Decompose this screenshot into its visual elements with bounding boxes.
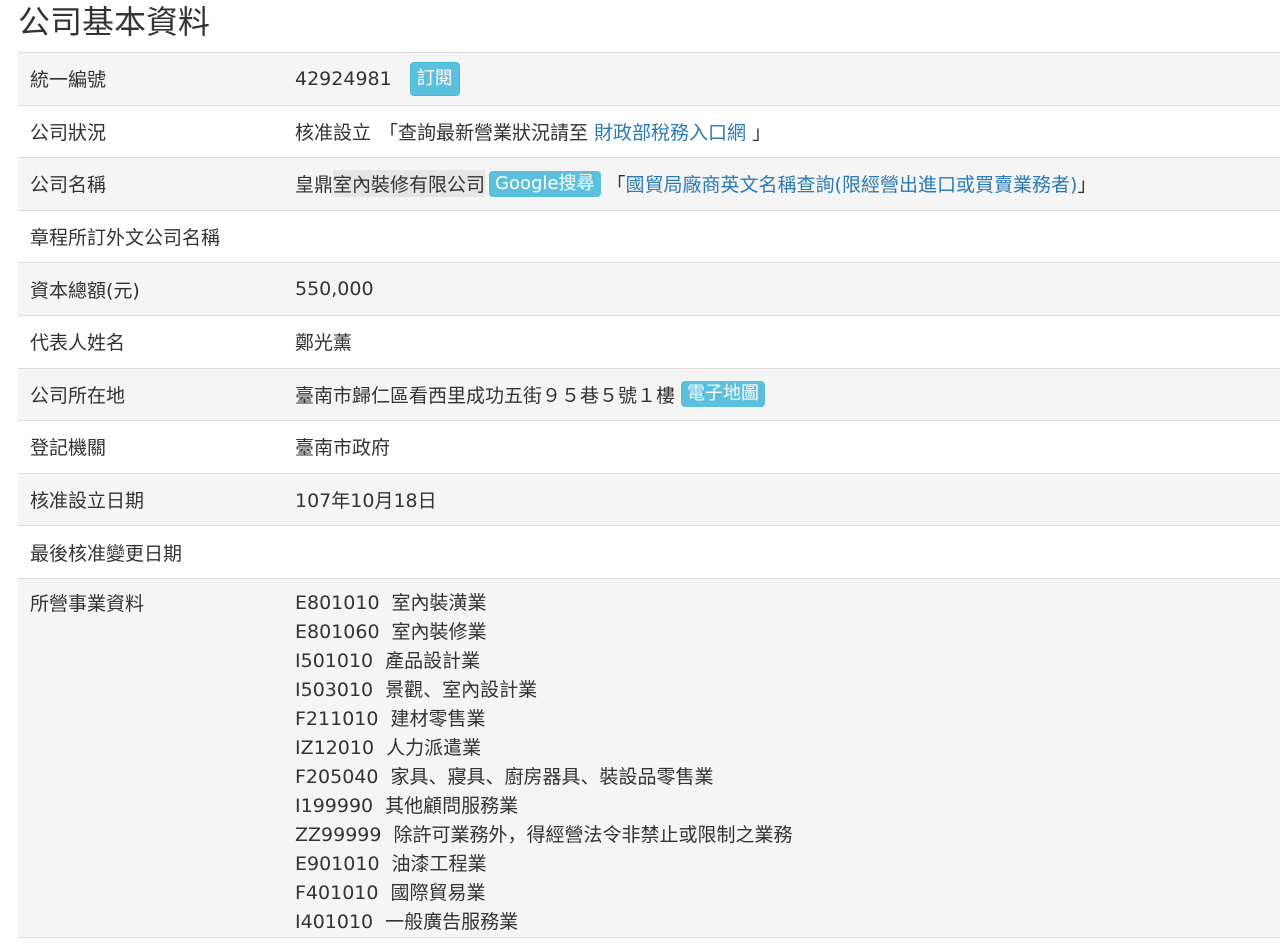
business-desc: 人力派遣業 xyxy=(386,736,482,759)
business-desc: 景觀、室內設計業 xyxy=(385,678,538,701)
business-code: I501010 xyxy=(295,649,374,672)
row-representative: 代表人姓名 鄭光薰 xyxy=(18,315,1280,369)
row-ban: 統一編號 42924981 訂閱 xyxy=(18,53,1280,106)
status-query-suffix: 」 xyxy=(752,121,772,144)
business-desc: 建材零售業 xyxy=(390,707,486,730)
capital-value: 550,000 xyxy=(295,278,374,301)
business-desc: 室內裝潢業 xyxy=(391,591,487,614)
row-authority: 登記機關 臺南市政府 xyxy=(18,421,1280,474)
status-query-prefix: 「查詢最新營業狀況請至 xyxy=(379,121,589,144)
ban-value: 42924981 xyxy=(295,67,392,90)
row-label: 最後核准變更日期 xyxy=(30,542,183,565)
business-item: I503010 景觀、室內設計業 xyxy=(295,676,793,705)
business-desc: 產品設計業 xyxy=(385,649,481,672)
business-item: I199990 其他顧問服務業 xyxy=(295,792,793,821)
row-approval-date: 核准設立日期 107年10月18日 xyxy=(18,473,1280,527)
business-code: F211010 xyxy=(295,707,379,730)
business-desc: 一般廣告服務業 xyxy=(385,910,519,933)
row-status: 公司狀況 核准設立 「查詢最新營業狀況請至 財政部稅務入口網 」 xyxy=(18,105,1280,159)
google-search-button[interactable]: Google搜尋 xyxy=(489,170,601,197)
business-code: F401010 xyxy=(295,881,379,904)
business-code: IZ12010 xyxy=(295,736,375,759)
tax-portal-link[interactable]: 財政部稅務入口網 xyxy=(594,118,746,145)
company-name-prefix: 皇鼎 xyxy=(295,174,334,197)
row-label: 資本總額(元) xyxy=(30,279,140,302)
row-name: 公司名稱 皇鼎 室內裝修有限公司 Google搜尋 「國貿局廠商英文名稱查詢(限經… xyxy=(18,158,1280,211)
business-desc: 其他顧問服務業 xyxy=(385,794,519,817)
business-item: ZZ99999 除許可業務外，得經營法令非禁止或限制之業務 xyxy=(295,821,793,850)
row-label: 統一編號 xyxy=(30,69,107,92)
business-desc: 除許可業務外，得經營法令非禁止或限制之業務 xyxy=(393,823,793,846)
business-code: I199990 xyxy=(295,794,374,817)
bracket-open: 「 xyxy=(606,174,626,197)
business-item: F205040 家具、寢具、廚房器具、裝設品零售業 xyxy=(295,763,793,792)
business-desc: 室內裝修業 xyxy=(391,620,487,643)
business-item: IZ12010 人力派遣業 xyxy=(295,734,793,763)
address-value: 臺南市歸仁區看西里成功五街９５巷５號１樓 xyxy=(295,384,676,407)
business-code: I503010 xyxy=(295,678,374,701)
row-label: 代表人姓名 xyxy=(30,332,126,355)
business-item: E801060 室內裝修業 xyxy=(295,618,793,647)
page-title: 公司基本資料 xyxy=(18,3,211,41)
row-address: 公司所在地 臺南市歸仁區看西里成功五街９５巷５號１樓 電子地圖 xyxy=(18,368,1280,422)
business-item: E801010 室內裝潢業 xyxy=(295,589,793,618)
row-foreign-name: 章程所訂外文公司名稱 xyxy=(18,210,1280,264)
status-value: 核准設立 xyxy=(295,121,372,144)
business-code: E801060 xyxy=(295,620,380,643)
business-item: F401010 國際貿易業 xyxy=(295,879,793,908)
business-list: E801010 室內裝潢業 E801060 室內裝修業 I501010 產品設計業 I503… xyxy=(295,589,793,937)
bracket-close: 」 xyxy=(1077,174,1097,197)
row-label: 公司所在地 xyxy=(30,384,126,407)
row-label: 核准設立日期 xyxy=(30,490,145,513)
approval-date-value: 107年10月18日 xyxy=(295,490,437,513)
row-business: 所營事業資料 E801010 室內裝潢業 E801060 室內裝修業 I501010 產品… xyxy=(18,578,1280,938)
business-code: E801010 xyxy=(295,591,380,614)
business-desc: 家具、寢具、廚房器具、裝設品零售業 xyxy=(390,765,714,788)
subscribe-button[interactable]: 訂閱 xyxy=(409,61,460,96)
row-label: 章程所訂外文公司名稱 xyxy=(30,227,221,250)
authority-value: 臺南市政府 xyxy=(295,437,391,460)
map-button[interactable]: 電子地圖 xyxy=(681,381,766,408)
row-label: 所營事業資料 xyxy=(30,592,145,615)
business-item: F211010 建材零售業 xyxy=(295,705,793,734)
business-item: E901010 油漆工程業 xyxy=(295,850,793,879)
representative-value: 鄭光薰 xyxy=(295,332,353,355)
company-info-table: 統一編號 42924981 訂閱 公司狀況 核准設立 「查詢最新營業狀況請至 財… xyxy=(18,52,1280,938)
row-label: 登記機關 xyxy=(30,437,107,460)
trade-bureau-link[interactable]: 國貿局廠商英文名稱查詢(限經營出進口或買賣業務者) xyxy=(626,170,1078,197)
company-name-highlight: 室內裝修有限公司 xyxy=(333,170,486,198)
row-label: 公司狀況 xyxy=(30,121,107,144)
business-desc: 油漆工程業 xyxy=(391,852,487,875)
row-capital: 資本總額(元) 550,000 xyxy=(18,263,1280,316)
business-code: F205040 xyxy=(295,765,379,788)
business-item: I401010 一般廣告服務業 xyxy=(295,908,793,937)
business-code: E901010 xyxy=(295,852,380,875)
business-code: I401010 xyxy=(295,910,374,933)
row-last-change: 最後核准變更日期 xyxy=(18,526,1280,579)
business-code: ZZ99999 xyxy=(295,823,382,846)
business-item: I501010 產品設計業 xyxy=(295,647,793,676)
business-desc: 國際貿易業 xyxy=(390,881,486,904)
row-label: 公司名稱 xyxy=(30,174,107,197)
